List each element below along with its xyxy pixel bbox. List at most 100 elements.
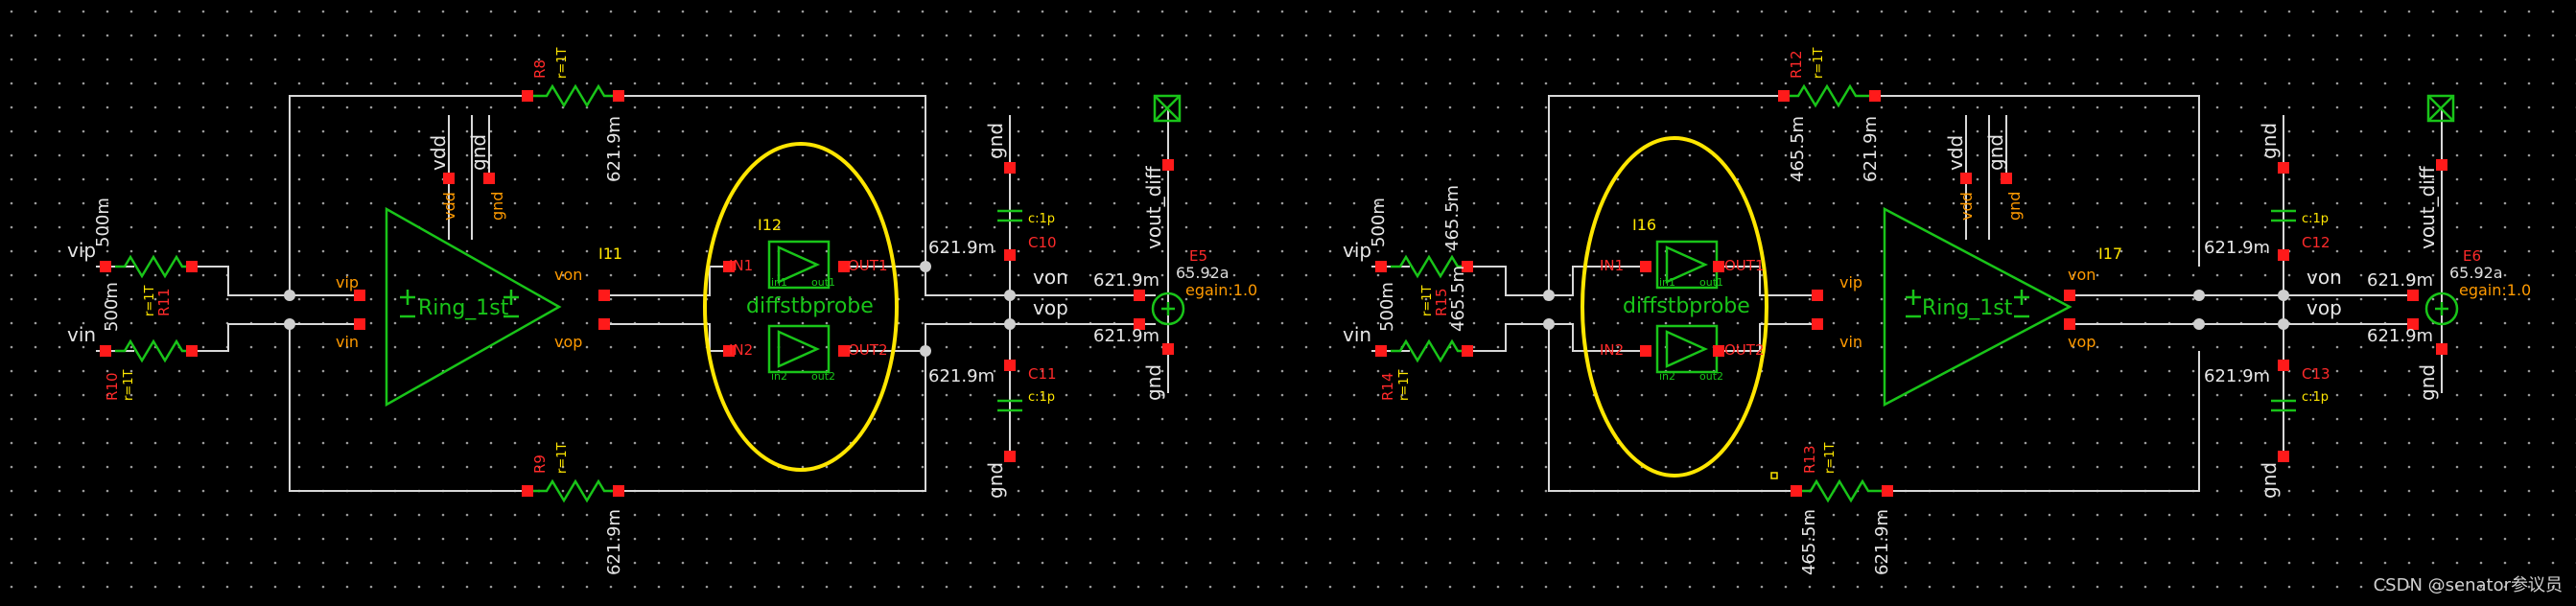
volt-von-left: 621.9m (1093, 270, 1159, 291)
pin-gnd-right: gnd (2005, 192, 2024, 221)
name-c12-right: C12 (2302, 234, 2330, 251)
val-r12-right: r=1T (1812, 47, 1826, 79)
pin-von-amp-right: von (2068, 266, 2096, 284)
pin-vdd-right: vdd (1957, 192, 1976, 221)
volt-r9-left: 621.9m (604, 509, 624, 575)
label-gnd-cap-bot-left: gnd (984, 462, 1007, 499)
name-c11-left: C11 (1028, 365, 1057, 383)
pin-gnd-left: gnd (488, 192, 506, 221)
pin-out2s-right: out2 (1699, 370, 1723, 383)
label-gnd-cap-top-left: gnd (984, 123, 1007, 159)
node-volt-top-right: 621.9m (2204, 238, 2270, 258)
node-volt-top-left: 621.9m (928, 238, 995, 258)
pin-out2-left: OUT2 (848, 341, 888, 359)
volt-von-right: 621.9m (2367, 270, 2433, 291)
pin-in2-left: IN2 (729, 341, 753, 359)
name-e6-right: E6 (2463, 247, 2481, 265)
val-c12-right: c:1p (2302, 212, 2329, 226)
gain-e5-left: egain:1.0 (1185, 281, 1257, 299)
val-c13-right: c:1p (2302, 390, 2329, 405)
inst-name-right: I17 (2098, 245, 2122, 263)
volt-r15-left: 500m (1369, 198, 1389, 247)
val-c11-left: c:1p (1028, 390, 1055, 405)
csdn-watermark: CSDN @senator参议员 (2373, 575, 2563, 595)
volt-e5-left: 65.92a (1176, 264, 1229, 282)
label-gnd-vcvs-right: gnd (2416, 364, 2439, 401)
pin-in1-left: IN1 (729, 257, 753, 274)
pin-vin-amp-right: vin (1839, 333, 1862, 351)
volt-r12-right: 621.9m (1861, 116, 1881, 182)
volt-vop-left: 621.9m (1093, 326, 1159, 346)
inst-name-left: I11 (598, 245, 622, 263)
label-vip-right: vip (1343, 239, 1371, 262)
label-von-left: von (1033, 266, 1068, 289)
pin-out2s-left: out2 (811, 370, 835, 383)
schematic-canvas[interactable]: vip vin 500m 500m R11 r=1T R10 r=1T R8 r… (0, 0, 2576, 606)
pin-vip-amp-left: vip (336, 273, 359, 291)
probe-cell-right: diffstbprobe (1623, 294, 1750, 318)
volt-r11-left: 500m (93, 198, 113, 247)
name-e5-left: E5 (1189, 247, 1207, 265)
label-gnd-right: gnd (1984, 134, 2007, 171)
volt-r14-right: 465.5m (1448, 266, 1468, 332)
volt-r13-right: 621.9m (1872, 509, 1892, 575)
pin-out1-left: OUT1 (848, 257, 888, 274)
label-gnd-cap-bot-right: gnd (2258, 462, 2281, 499)
val-r8-left: r=1T (555, 47, 570, 79)
probe-cell-left: diffstbprobe (746, 294, 874, 318)
volt-r8-left: 621.9m (604, 116, 624, 182)
pin-in1s-left: in1 (771, 276, 787, 289)
label-vdd-left: vdd (427, 135, 450, 171)
name-r13-right: R13 (1801, 445, 1818, 474)
volt-r13-left: 465.5m (1799, 509, 1819, 575)
probe-inst-right: I16 (1632, 216, 1656, 234)
val-r13-right: r=1T (1823, 442, 1838, 474)
volt-r12-left: 465.5m (1788, 116, 1808, 182)
pin-vop-amp-left: vop (554, 333, 582, 351)
name-r14-right: R14 (1379, 372, 1396, 401)
pin-vop-amp-right: vop (2068, 333, 2096, 351)
val-r15-right: r=1T (1420, 285, 1435, 316)
pin-in2-right: IN2 (1600, 341, 1624, 359)
name-c13-right: C13 (2302, 365, 2330, 383)
volt-e6-right: 65.92a (2449, 264, 2503, 282)
gain-e6-right: egain:1.0 (2459, 281, 2531, 299)
label-vop-left: vop (1033, 296, 1068, 319)
label-vin-right: vin (1343, 323, 1371, 346)
pin-vip-amp-right: vip (1839, 273, 1862, 291)
pin-out1s-right: out1 (1699, 276, 1723, 289)
cell-name-left: Ring_1st (418, 296, 509, 320)
name-c10-left: C10 (1028, 234, 1057, 251)
pin-vin-amp-left: vin (336, 333, 359, 351)
label-vin-left: vin (67, 323, 96, 346)
volt-r14-left: 500m (1377, 282, 1397, 332)
label-vout-right: vout_diff (2416, 165, 2439, 249)
label-vip-left: vip (67, 239, 96, 262)
label-von-right: von (2307, 266, 2342, 289)
pin-in1-right: IN1 (1600, 257, 1624, 274)
name-r9-left: R9 (531, 454, 549, 474)
name-r11-left: R11 (155, 288, 173, 316)
val-r9-left: r=1T (555, 442, 570, 474)
name-r10-left: R10 (104, 372, 121, 401)
name-r15-right: R15 (1433, 288, 1450, 316)
label-vout-left: vout_diff (1142, 165, 1165, 249)
pin-out2-right: OUT2 (1724, 341, 1765, 359)
name-r8-left: R8 (531, 59, 549, 79)
probe-inst-left: I12 (758, 216, 782, 234)
label-vdd-right: vdd (1944, 135, 1967, 171)
node-volt-bot-right: 621.9m (2204, 366, 2270, 386)
pin-von-amp-left: von (554, 266, 582, 284)
label-gnd-cap-top-right: gnd (2258, 123, 2281, 159)
pin-out1s-left: out1 (811, 276, 835, 289)
label-gnd-vcvs-left: gnd (1142, 364, 1165, 401)
pin-vdd-left: vdd (440, 192, 458, 221)
pin-in2s-left: in2 (771, 370, 787, 383)
val-r10-left: r=1T (122, 369, 136, 401)
pin-in2s-right: in2 (1659, 370, 1675, 383)
val-r14-right: r=1T (1397, 369, 1412, 401)
label-vop-right: vop (2307, 296, 2342, 319)
cell-name-right: Ring_1st (1922, 296, 2013, 320)
val-r11-left: r=1T (143, 285, 157, 316)
node-volt-bot-left: 621.9m (928, 366, 995, 386)
